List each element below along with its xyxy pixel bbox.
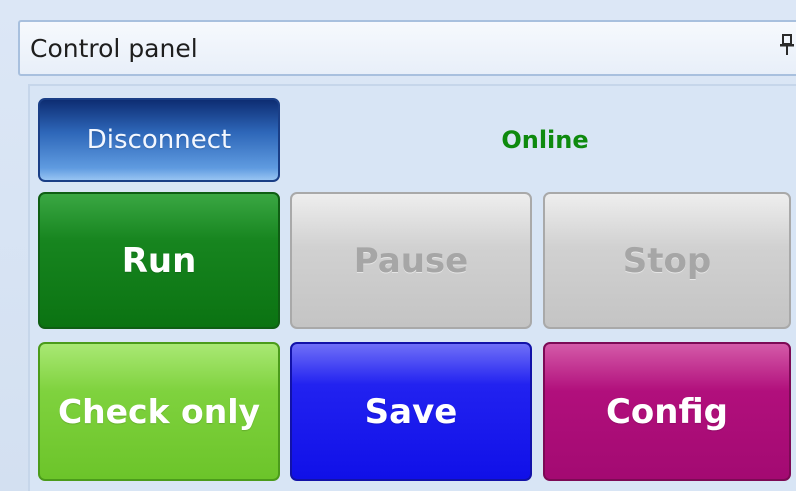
panel-title: Control panel <box>30 34 198 63</box>
config-button[interactable]: Config <box>543 342 791 481</box>
pin-icon[interactable] <box>780 34 794 56</box>
connection-status: Online <box>501 126 589 154</box>
run-button-label: Run <box>121 240 197 281</box>
check-only-button[interactable]: Check only <box>38 342 280 481</box>
stop-button-label: Stop <box>622 240 712 281</box>
run-button[interactable]: Run <box>38 192 280 329</box>
config-button-label: Config <box>605 391 729 432</box>
pause-button-label: Pause <box>353 240 469 281</box>
check-only-button-label: Check only <box>57 392 261 431</box>
stop-button[interactable]: Stop <box>543 192 791 329</box>
panel-title-bar: Control panel <box>18 20 796 76</box>
pause-button[interactable]: Pause <box>290 192 532 329</box>
control-panel: Control panel Disconnect Online Run Paus… <box>0 0 796 491</box>
save-button[interactable]: Save <box>290 342 532 481</box>
disconnect-button-label: Disconnect <box>86 125 232 155</box>
save-button-label: Save <box>364 391 458 432</box>
disconnect-button[interactable]: Disconnect <box>38 98 280 182</box>
